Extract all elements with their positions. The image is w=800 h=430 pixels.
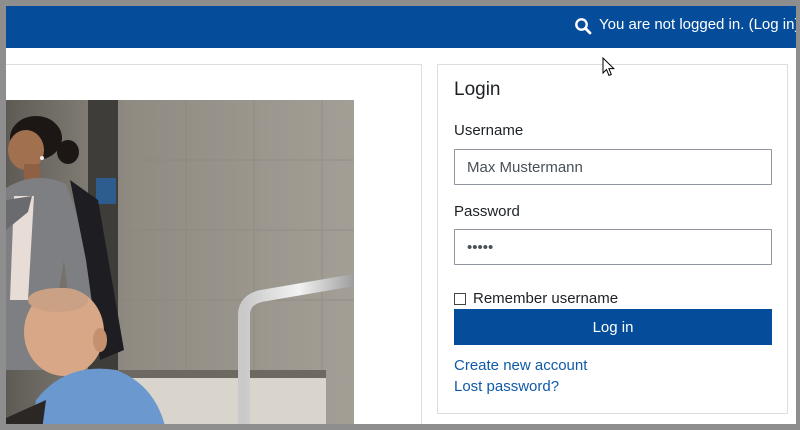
lost-password-link[interactable]: Lost password?	[454, 378, 559, 395]
top-navbar: You are not logged in. (Log in)	[6, 6, 796, 48]
login-status-close: )	[794, 16, 796, 33]
browser-viewport: You are not logged in. (Log in)	[6, 6, 796, 424]
password-label: Password	[454, 203, 520, 220]
login-status: You are not logged in. (Log in)	[599, 16, 796, 34]
remember-label: Remember username	[473, 290, 619, 307]
search-icon[interactable]	[574, 17, 592, 35]
remember-checkbox[interactable]	[454, 292, 466, 305]
login-card: Login Username Password Remember usernam…	[437, 64, 788, 414]
navbar-login-link[interactable]: Log in	[754, 16, 795, 33]
login-title: Login	[454, 79, 501, 100]
login-button[interactable]: Log in	[454, 309, 772, 345]
remember-username[interactable]: Remember username	[454, 290, 618, 307]
username-label: Username	[454, 122, 524, 139]
login-status-text: You are not logged in. (	[599, 16, 754, 33]
hero-photo	[6, 100, 354, 424]
create-account-link[interactable]: Create new account	[454, 357, 587, 374]
mouse-cursor-icon	[602, 57, 615, 77]
hero-photo-illustration	[6, 100, 354, 424]
password-input[interactable]	[454, 229, 772, 265]
username-input[interactable]	[454, 149, 772, 185]
